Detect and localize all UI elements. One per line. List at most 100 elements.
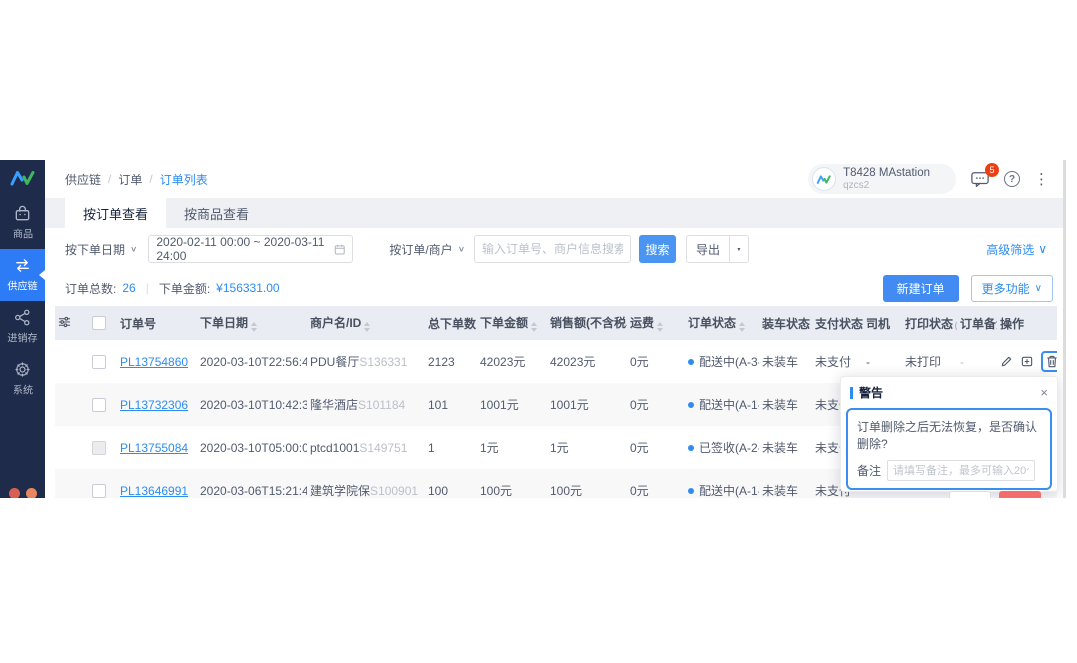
breadcrumb-item[interactable]: 订单	[118, 171, 142, 188]
search-type-select[interactable]: 按订单/商户 ∨	[389, 241, 465, 258]
active-item-caret	[39, 270, 45, 280]
calendar-icon	[334, 243, 345, 256]
order-link[interactable]: PL13732306	[120, 398, 188, 412]
sort-icon[interactable]	[531, 322, 537, 332]
freight-cell: 0元	[627, 340, 685, 383]
status-dot-icon	[688, 402, 694, 408]
tab-by-order[interactable]: 按订单查看	[65, 198, 166, 228]
export-dropdown-button[interactable]: ▼	[729, 236, 748, 262]
search-input[interactable]	[482, 242, 623, 256]
more-functions-button[interactable]: 更多功能 ∨	[971, 275, 1053, 302]
order-status-cell: 已签收(A-2-1)	[685, 426, 759, 469]
trash-icon	[1046, 355, 1057, 368]
delete-order-button[interactable]	[1046, 355, 1057, 368]
merchant-cell: 隆华酒店S101184	[307, 383, 425, 426]
order-date-cell: 2020-03-10T10:42:36	[197, 383, 307, 426]
sort-icon[interactable]	[739, 322, 745, 332]
col-label: 商户名/ID	[310, 316, 361, 330]
row-select-cell	[89, 340, 117, 383]
new-order-button[interactable]: 新建订单	[883, 275, 959, 302]
export-button[interactable]: 导出	[687, 236, 729, 262]
order-status-cell: 配送中(A-1-1)	[685, 469, 759, 498]
sidebar-item-supply-chain[interactable]: 供应链	[0, 249, 45, 301]
order-amount-cell: 1元	[477, 426, 547, 469]
breadcrumb-separator: /	[149, 172, 152, 186]
order-link[interactable]: PL13755084	[120, 441, 188, 455]
order-amount-cell: 1001元	[477, 383, 547, 426]
status-text: 配送中(A-3-1)	[699, 355, 759, 369]
search-button[interactable]: 搜索	[639, 235, 676, 263]
row-checkbox[interactable]	[92, 398, 106, 412]
sidebar-item-goods[interactable]: 商品	[0, 197, 45, 249]
col-order-amount[interactable]: 下单金额	[477, 306, 547, 340]
user-subtitle: qzcs2	[843, 180, 930, 191]
col-label: 订单状态	[688, 316, 736, 330]
order-status-cell: 配送中(A-1-1)	[685, 383, 759, 426]
row-checkbox[interactable]	[92, 484, 106, 498]
status-dot-icon	[688, 445, 694, 451]
gear-icon	[13, 360, 32, 379]
col-load-status: 装车状态	[759, 306, 812, 340]
help-button[interactable]: ?	[1004, 171, 1020, 187]
note-input[interactable]	[887, 460, 1035, 481]
merchant-cell: ptcd1001S149751	[307, 426, 425, 469]
order-link[interactable]: PL13646991	[120, 484, 188, 498]
edit-order-button[interactable]	[1000, 355, 1013, 368]
sort-icon[interactable]	[364, 322, 370, 332]
app-window: 商品 供应链 进销存	[0, 160, 1063, 498]
advanced-filter-label: 高级筛选	[986, 241, 1034, 258]
scrollbar[interactable]	[1063, 160, 1066, 498]
sales-amount-cell: 1元	[547, 426, 627, 469]
breadcrumb-item[interactable]: 供应链	[65, 171, 101, 188]
user-name: T8428 MAstation	[843, 167, 930, 180]
user-menu[interactable]: T8428 MAstation qzcs2	[808, 164, 956, 194]
date-range-input[interactable]: 2020-02-11 00:00 ~ 2020-03-11 24:00	[148, 235, 353, 263]
copy-order-button[interactable]	[1020, 355, 1034, 368]
chevron-down-icon: ∨	[130, 245, 137, 254]
col-order-remark: 订单备注	[957, 306, 997, 340]
col-operations: 操作	[997, 306, 1057, 340]
order-link[interactable]: PL13754860	[120, 355, 188, 369]
amount-value: ¥156331.00	[216, 281, 279, 295]
col-freight[interactable]: 运费	[627, 306, 685, 340]
sidebar-item-label: 进销存	[7, 331, 37, 346]
status-text: 配送中(A-1-1)	[699, 484, 759, 498]
date-type-select[interactable]: 按下单日期 ∨	[65, 241, 137, 258]
col-total-count: 总下单数	[425, 306, 477, 340]
tab-by-product[interactable]: 按商品查看	[166, 198, 267, 228]
merchant-cell: PDU餐厅S136331	[307, 340, 425, 383]
advanced-filter-toggle[interactable]: 高级筛选 ∨	[986, 241, 1047, 258]
order-date-cell: 2020-03-06T15:21:42	[197, 469, 307, 498]
more-menu-button[interactable]: ⋮	[1034, 170, 1049, 188]
filter-toolbar: 按下单日期 ∨ 2020-02-11 00:00 ~ 2020-03-11 24…	[45, 228, 1063, 270]
merchant-id: S101184	[358, 398, 405, 412]
dialog-buttons: 取消 删除	[857, 491, 1041, 498]
notification-badge: 5	[985, 163, 999, 177]
sidebar-item-inventory[interactable]: 进销存	[0, 301, 45, 353]
dialog-accent-bar	[850, 387, 853, 399]
col-merchant[interactable]: 商户名/ID	[307, 306, 425, 340]
pencil-icon	[1000, 355, 1013, 368]
select-all-checkbox[interactable]	[92, 316, 106, 330]
sales-amount-cell: 1001元	[547, 383, 627, 426]
help-circle-icon[interactable]: ?	[955, 320, 957, 332]
cancel-button[interactable]: 取消	[949, 491, 991, 498]
sidebar-item-label: 供应链	[7, 279, 37, 294]
sort-icon[interactable]	[657, 322, 663, 332]
confirm-delete-button[interactable]: 删除	[999, 491, 1041, 498]
freight-cell: 0元	[627, 426, 685, 469]
avatar	[812, 167, 836, 191]
col-label: 销售额(不含税、运)	[550, 316, 627, 330]
filter-sliders-icon[interactable]	[58, 316, 71, 328]
merchant-cell: 建筑学院保S100901	[307, 469, 425, 498]
dialog-body: 订单删除之后无法恢复，是否确认删除? 备注 取消 删除	[846, 408, 1052, 490]
col-order-status[interactable]: 订单状态	[685, 306, 759, 340]
row-checkbox[interactable]	[92, 355, 106, 369]
close-icon[interactable]: ×	[1040, 386, 1048, 399]
sort-icon[interactable]	[251, 322, 257, 332]
col-order-date[interactable]: 下单日期	[197, 306, 307, 340]
sidebar-item-system[interactable]: 系统	[0, 353, 45, 405]
table-header-row: 订单号 下单日期 商户名/ID 总下单数 下单金额 销售额(不含税、运) 运费 …	[55, 306, 1057, 340]
col-sales-amount[interactable]: 销售额(不含税、运)	[547, 306, 627, 340]
messages-button[interactable]: 5	[970, 170, 990, 188]
